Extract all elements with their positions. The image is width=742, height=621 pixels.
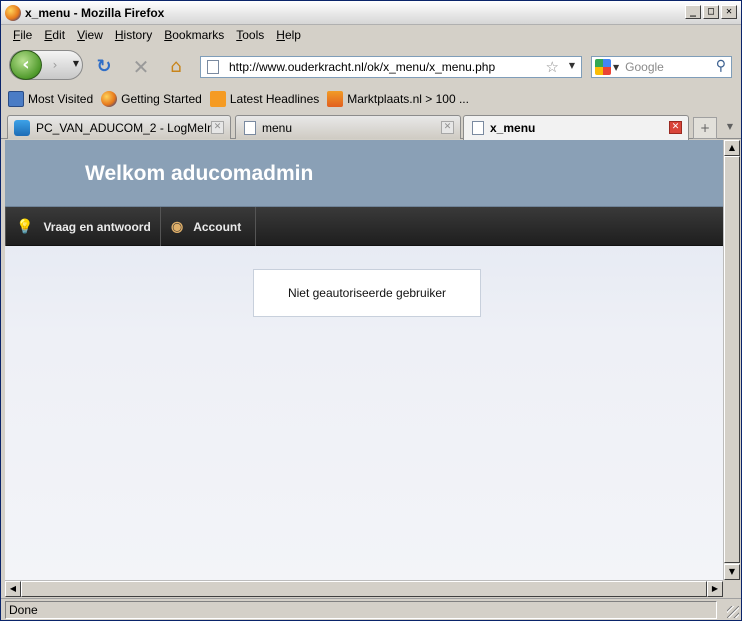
tab-label: menu — [262, 120, 293, 135]
menu-file[interactable]: File — [7, 28, 38, 42]
bookmark-marktplaats[interactable]: Marktplaats.nl > 100 ... — [327, 91, 469, 107]
search-bar[interactable]: ▼ Google ⚲ — [591, 56, 732, 78]
tab-list-icon[interactable]: ▼ — [721, 117, 739, 139]
window-title: x_menu - Mozilla Firefox — [25, 5, 165, 20]
page-icon — [244, 120, 256, 135]
bookmark-label: Most Visited — [28, 92, 94, 106]
tab-close-icon[interactable]: ✕ — [441, 121, 454, 134]
reload-icon[interactable]: ↻ — [94, 57, 114, 77]
menu-help[interactable]: Help — [270, 28, 307, 42]
marktplaats-icon — [327, 91, 344, 107]
most-visited-icon — [8, 91, 24, 107]
minimize-button[interactable]: _ — [685, 5, 701, 19]
menu-accel: V — [77, 28, 85, 42]
bookmark-latest-headlines[interactable]: Latest Headlines — [209, 91, 320, 107]
bookmarks-toolbar: Most Visited Getting Started Latest Head… — [1, 87, 741, 111]
browser-window: x_menu - Mozilla Firefox _ □ ✕ File Edit… — [0, 0, 742, 621]
eye-icon: ◉ — [171, 218, 184, 234]
vertical-scrollbar[interactable]: ▲ ▼ — [723, 140, 740, 580]
menu-tools[interactable]: Tools — [230, 28, 270, 42]
navigation-toolbar: ‹ › ▼ ↻ ✕ ⌂ http://www.ouderkracht.nl/ok… — [1, 45, 741, 85]
menu-view[interactable]: View — [71, 28, 109, 42]
scroll-right-button[interactable]: ▶ — [707, 581, 723, 597]
scroll-up-button[interactable]: ▲ — [724, 140, 740, 156]
status-panel — [5, 601, 717, 619]
status-bar: Done — [1, 598, 741, 620]
menu-label: ools — [242, 28, 265, 42]
tab-label: PC_VAN_ADUCOM_2 - LogMeIn — [36, 120, 214, 135]
window-controls: _ □ ✕ — [685, 5, 737, 19]
title-bar[interactable]: x_menu - Mozilla Firefox _ □ ✕ — [1, 1, 741, 25]
firefox-icon — [101, 91, 118, 107]
url-bar[interactable]: http://www.ouderkracht.nl/ok/x_menu/x_me… — [200, 56, 582, 78]
scroll-left-button[interactable]: ◀ — [5, 581, 21, 597]
forward-button[interactable]: › — [46, 57, 64, 73]
back-button[interactable]: ‹ — [10, 50, 42, 80]
bookmark-label: Marktplaats.nl > 100 ... — [347, 92, 469, 106]
site-header: Welkom aducomadmin — [5, 140, 723, 207]
menu-edit[interactable]: Edit — [38, 28, 71, 42]
menu-label: istory — [123, 28, 153, 42]
menu-label: iew — [84, 28, 103, 42]
menu-label: ile — [20, 28, 33, 42]
bookmark-label: Latest Headlines — [229, 92, 320, 106]
menu-label: ookmarks — [172, 28, 225, 42]
nav-account[interactable]: ◉ Account — [161, 207, 256, 246]
bookmark-label: Getting Started — [121, 92, 202, 106]
logmein-icon — [14, 119, 30, 136]
new-tab-button[interactable]: + — [693, 117, 717, 139]
page-icon — [207, 60, 219, 74]
bookmark-getting-started[interactable]: Getting Started — [101, 91, 202, 107]
horizontal-scroll-thumb[interactable] — [21, 581, 707, 597]
tab-logmein[interactable]: PC_VAN_ADUCOM_2 - LogMeIn ✕ — [7, 115, 231, 139]
url-dropdown-icon[interactable]: ▼ — [569, 61, 575, 70]
tab-close-icon[interactable]: ✕ — [669, 121, 682, 134]
nav-vraag-en-antwoord[interactable]: 💡 Vraag en antwoord — [5, 207, 161, 246]
site-nav: 💡 Vraag en antwoord ◉ Account — [5, 207, 723, 246]
home-icon[interactable]: ⌂ — [166, 57, 186, 77]
vertical-scroll-thumb[interactable] — [724, 156, 740, 563]
bookmark-most-visited[interactable]: Most Visited — [8, 91, 93, 107]
bookmark-star-icon[interactable]: ☆ — [546, 58, 559, 76]
close-button[interactable]: ✕ — [721, 5, 737, 19]
page-icon — [472, 121, 484, 135]
google-icon[interactable] — [595, 59, 611, 75]
tab-bar: PC_VAN_ADUCOM_2 - LogMeIn ✕ menu ✕ x_men… — [1, 113, 741, 140]
search-input[interactable]: Google — [625, 60, 664, 74]
menu-accel: H — [114, 28, 124, 42]
site-title: Welkom aducomadmin — [85, 162, 314, 185]
tab-close-icon[interactable]: ✕ — [211, 121, 224, 134]
tab-menu[interactable]: menu ✕ — [235, 115, 461, 139]
maximize-button[interactable]: □ — [703, 5, 719, 19]
horizontal-scrollbar[interactable]: ◀ ▶ — [5, 580, 723, 597]
lightbulb-icon: 💡 — [16, 218, 34, 234]
menu-bar: File Edit View History Bookmarks Tools H… — [1, 25, 741, 45]
history-dropdown-icon[interactable]: ▼ — [71, 59, 81, 71]
menu-history[interactable]: History — [109, 28, 158, 42]
rss-icon — [209, 91, 226, 107]
stop-icon[interactable]: ✕ — [131, 57, 151, 77]
menu-accel: H — [276, 28, 285, 42]
tab-x-menu[interactable]: x_menu ✕ — [463, 115, 689, 140]
page-content: Welkom aducomadmin 💡 Vraag en antwoord ◉… — [5, 140, 723, 580]
nav-label: Vraag en antwoord — [43, 219, 151, 234]
url-text[interactable]: http://www.ouderkracht.nl/ok/x_menu/x_me… — [229, 60, 495, 74]
nav-label: Account — [193, 219, 242, 234]
engine-dropdown-icon[interactable]: ▼ — [613, 63, 619, 72]
resize-grip-icon[interactable] — [727, 606, 739, 618]
unauthorized-notice: Niet geautoriseerde gebruiker — [253, 269, 481, 317]
tab-label: x_menu — [490, 121, 536, 135]
firefox-icon[interactable] — [5, 4, 21, 21]
scroll-down-button[interactable]: ▼ — [724, 564, 740, 580]
menu-bookmarks[interactable]: Bookmarks — [158, 28, 230, 42]
search-icon[interactable]: ⚲ — [716, 58, 726, 74]
menu-label: dit — [52, 28, 66, 42]
menu-label: elp — [284, 28, 301, 42]
